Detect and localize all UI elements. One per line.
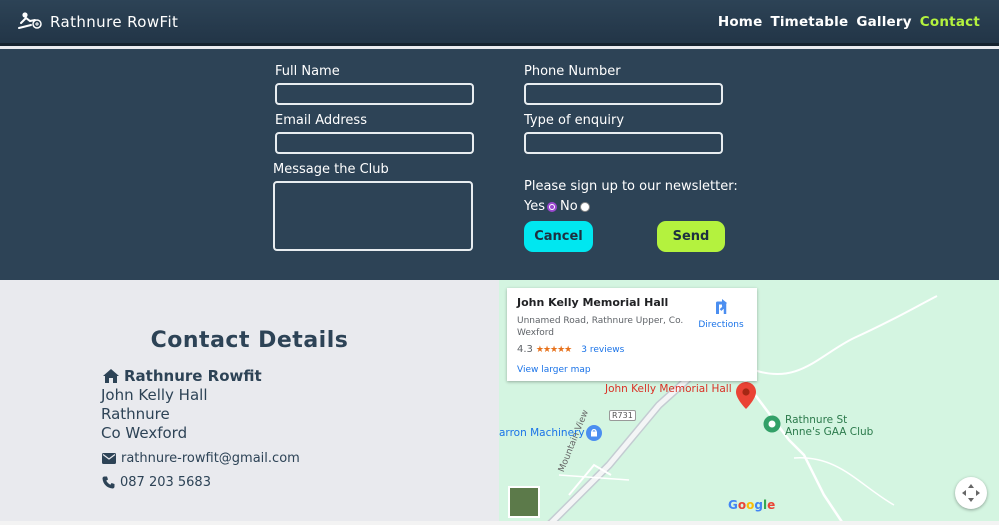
satellite-layer-toggle[interactable] — [508, 486, 540, 518]
place-address: Unnamed Road, Rathnure Upper, Co. Wexfor… — [517, 316, 684, 338]
road-label-r731: R731 — [609, 410, 636, 421]
club-name: Rathnure Rowfit — [124, 367, 262, 385]
place-rating: 4.3 ★★★★★ 3 reviews — [517, 344, 624, 355]
contact-phone[interactable]: 087 203 5683 — [120, 475, 211, 490]
newsletter-options: Yes No — [524, 199, 593, 214]
nav-link-contact[interactable]: Contact — [920, 14, 980, 30]
full-name-input[interactable] — [275, 83, 474, 105]
cancel-button[interactable]: Cancel — [524, 221, 593, 252]
main-nav: Home Timetable Gallery Contact — [710, 14, 980, 30]
pan-arrows-icon — [962, 484, 980, 502]
home-icon — [103, 369, 119, 383]
phone-input[interactable] — [524, 83, 723, 105]
phone-icon — [102, 476, 115, 489]
view-larger-map-link[interactable]: View larger map — [517, 365, 591, 375]
enquiry-label: Type of enquiry — [524, 113, 625, 128]
fullscreen-button[interactable] — [955, 477, 987, 509]
newsletter-no-label: No — [560, 199, 578, 214]
place-title: John Kelly Memorial Hall — [517, 296, 669, 309]
contact-email[interactable]: rathnure-rowfit@gmail.com — [121, 451, 300, 466]
map-place-card: John Kelly Memorial Hall Unnamed Road, R… — [507, 288, 757, 381]
rating-value: 4.3 — [517, 344, 533, 355]
email-row: rathnure-rowfit@gmail.com — [102, 451, 300, 466]
enquiry-select[interactable] — [524, 132, 723, 154]
contact-title: Contact Details — [150, 328, 349, 353]
newsletter-yes-radio[interactable] — [547, 201, 557, 212]
bottom-strip — [0, 521, 999, 525]
envelope-icon — [102, 453, 116, 464]
phone-row: 087 203 5683 — [102, 475, 211, 490]
rower-icon — [18, 12, 42, 29]
star-rating-icon: ★★★★★ — [535, 344, 572, 355]
newsletter-yes-label: Yes — [524, 199, 545, 214]
message-textarea[interactable] — [273, 181, 473, 251]
contact-form: Full Name Phone Number Email Address Typ… — [0, 49, 999, 280]
message-label: Message the Club — [273, 162, 389, 177]
nav-link-timetable[interactable]: Timetable — [770, 14, 848, 30]
reviews-link[interactable]: 3 reviews — [581, 345, 624, 355]
nav-link-home[interactable]: Home — [718, 14, 763, 30]
brand[interactable]: Rathnure RowFit — [17, 11, 178, 33]
email-input[interactable] — [275, 132, 474, 154]
directions-button[interactable]: Directions — [693, 298, 749, 330]
brand-name: Rathnure RowFit — [50, 13, 179, 31]
contact-details: Contact Details Rathnure Rowfit John Kel… — [0, 280, 499, 525]
map-pin-icon[interactable] — [736, 382, 756, 409]
gaa-place-label-1: Rathnure St — [785, 414, 848, 426]
club-heading: Rathnure Rowfit — [102, 367, 262, 385]
map-pin-label: John Kelly Memorial Hall — [605, 383, 732, 395]
gaa-place-icon[interactable] — [763, 415, 781, 433]
newsletter-no-radio[interactable] — [579, 201, 590, 212]
address-line-2: Rathnure — [101, 405, 170, 423]
full-name-label: Full Name — [275, 64, 340, 79]
address-line-1: John Kelly Hall — [101, 386, 208, 404]
directions-label: Directions — [698, 320, 744, 330]
directions-icon — [716, 299, 727, 314]
shop-place-icon[interactable] — [586, 425, 602, 441]
address-line-3: Co Wexford — [101, 424, 188, 442]
phone-label: Phone Number — [524, 64, 621, 79]
navbar: Rathnure RowFit Home Timetable Gallery C… — [0, 0, 999, 46]
send-button[interactable]: Send — [657, 221, 725, 252]
gaa-place-label-2: Anne's GAA Club — [785, 426, 874, 438]
nav-link-gallery[interactable]: Gallery — [856, 14, 911, 30]
embedded-map[interactable]: John Kelly Memorial Hall Rathnure St Ann… — [499, 280, 999, 525]
newsletter-label: Please sign up to our newsletter: — [524, 179, 738, 194]
email-label: Email Address — [275, 113, 367, 128]
google-logo: Google — [728, 498, 776, 512]
